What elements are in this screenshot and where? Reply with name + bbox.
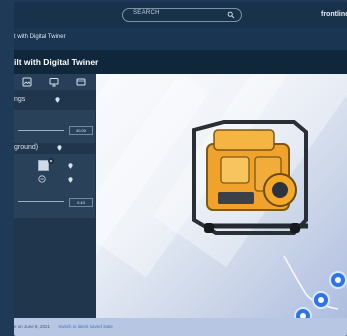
search-placeholder: SEARCH	[133, 10, 160, 16]
settings-panel: 40.00	[14, 110, 95, 143]
background-slider[interactable]	[18, 201, 64, 202]
saved-date: e on June 8, 2021	[14, 324, 51, 329]
info-pin-icon	[55, 97, 60, 103]
model-viewer[interactable]	[96, 74, 347, 318]
saved-state-bar: e on June 8, 2021 Switch to latest saved…	[14, 318, 347, 336]
section-settings-label: ngs	[14, 96, 26, 103]
saved-state-text: e on June 8, 2021 Switch to latest saved…	[14, 324, 113, 329]
page-title: ilt with Digital Twiner	[14, 57, 99, 67]
hotspot-marker[interactable]	[329, 271, 347, 289]
title-bar: ilt with Digital Twiner	[14, 50, 347, 74]
breadcrumb-bar: t with Digital Twiner	[14, 28, 347, 50]
close-icon[interactable]	[48, 158, 54, 164]
info-pin-icon	[68, 163, 73, 169]
settings-value-field[interactable]: 40.00	[69, 126, 93, 135]
breadcrumb[interactable]: t with Digital Twiner	[14, 34, 66, 40]
background-panel: 0.43	[14, 154, 95, 218]
settings-tab-icon[interactable]	[76, 77, 86, 87]
hotspot-marker[interactable]	[312, 291, 330, 309]
section-background-label: ground)	[14, 144, 39, 151]
search-input[interactable]: SEARCH	[122, 8, 242, 22]
image-tab-icon[interactable]	[22, 77, 32, 87]
info-pin-icon	[57, 145, 62, 151]
app-window: SEARCH frontline t with Digital Twiner i…	[14, 2, 347, 336]
monitor-tab-icon[interactable]	[49, 77, 59, 87]
generator-model[interactable]	[172, 88, 332, 258]
settings-sidebar: ngs 40.00 ground) 0.43	[14, 74, 97, 318]
background-value-field[interactable]: 0.43	[69, 198, 93, 207]
brand-name: frontline	[321, 11, 347, 18]
settings-slider[interactable]	[18, 130, 64, 131]
sidebar-tabs	[14, 74, 96, 90]
hotspot-marker[interactable]	[294, 307, 312, 318]
switch-latest-link[interactable]: Switch to latest saved state	[58, 324, 113, 329]
circle-toggle-icon[interactable]	[38, 175, 46, 183]
top-bar: SEARCH frontline	[14, 2, 347, 28]
info-pin-icon	[68, 177, 73, 183]
search-icon[interactable]	[227, 11, 235, 19]
